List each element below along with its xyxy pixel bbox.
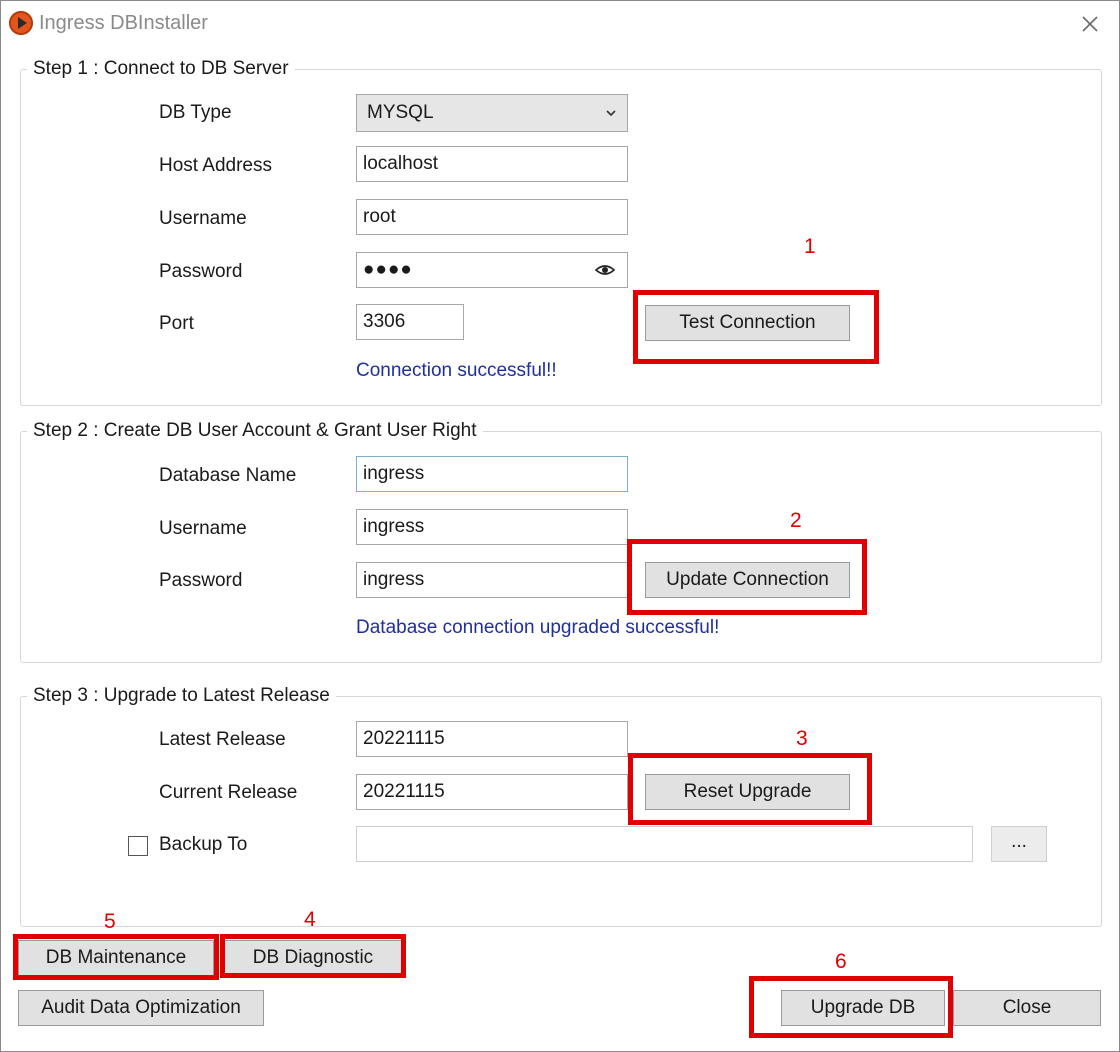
update-connection-button[interactable]: Update Connection <box>645 562 850 598</box>
latest-release-label: Latest Release <box>159 729 286 750</box>
current-release-label: Current Release <box>159 782 298 803</box>
annotation-number-6: 6 <box>835 950 847 973</box>
step2-legend: Step 2 : Create DB User Account & Grant … <box>27 419 483 443</box>
db-password-input[interactable]: ingress <box>356 562 628 598</box>
backup-path-input[interactable] <box>356 826 973 862</box>
upgrade-db-button[interactable]: Upgrade DB <box>781 990 945 1026</box>
current-release-input[interactable]: 20221115 <box>356 774 628 810</box>
annotation-number-3: 3 <box>796 727 808 750</box>
app-logo-icon <box>9 11 33 35</box>
close-icon[interactable] <box>1075 9 1105 39</box>
annotation-number-1: 1 <box>804 235 816 258</box>
port-input[interactable]: 3306 <box>356 304 464 340</box>
latest-release-input[interactable]: 20221115 <box>356 721 628 757</box>
username-label: Username <box>159 208 247 229</box>
step1-legend: Step 1 : Connect to DB Server <box>27 57 295 81</box>
db-maintenance-button[interactable]: DB Maintenance <box>18 940 214 976</box>
username-input[interactable]: root <box>356 199 628 235</box>
window-title: Ingress DBInstaller <box>39 12 208 34</box>
step3-legend: Step 3 : Upgrade to Latest Release <box>27 684 336 708</box>
password-input[interactable]: ●●●● <box>356 252 628 288</box>
reset-upgrade-button[interactable]: Reset Upgrade <box>645 774 850 810</box>
audit-data-optimization-button[interactable]: Audit Data Optimization <box>18 990 264 1026</box>
close-button[interactable]: Close <box>953 990 1101 1026</box>
backup-to-label: Backup To <box>159 834 248 855</box>
port-label: Port <box>159 313 194 334</box>
password-label: Password <box>159 261 243 282</box>
annotation-number-2: 2 <box>790 509 802 532</box>
host-address-label: Host Address <box>159 155 272 176</box>
backup-checkbox[interactable] <box>128 836 148 856</box>
chevron-down-icon <box>605 103 617 125</box>
db-diagnostic-button[interactable]: DB Diagnostic <box>224 940 402 976</box>
db-username-label: Username <box>159 518 247 539</box>
db-username-input[interactable]: ingress <box>356 509 628 545</box>
database-name-input[interactable]: ingress <box>356 456 628 492</box>
password-mask: ●●●● <box>363 259 413 280</box>
connection-status: Connection successful!! <box>356 360 557 381</box>
database-name-label: Database Name <box>159 465 297 486</box>
host-address-input[interactable]: localhost <box>356 146 628 182</box>
annotation-number-4: 4 <box>304 908 316 931</box>
db-type-value: MYSQL <box>367 102 434 123</box>
annotation-number-5: 5 <box>104 910 116 933</box>
browse-button[interactable]: ... <box>991 826 1047 862</box>
db-type-select[interactable]: MYSQL <box>356 94 628 132</box>
db-password-label: Password <box>159 570 243 591</box>
eye-icon[interactable] <box>594 260 616 280</box>
update-status: Database connection upgraded successful! <box>356 617 720 638</box>
db-type-label: DB Type <box>159 102 232 123</box>
title-bar: Ingress DBInstaller <box>1 1 1119 47</box>
installer-window: Ingress DBInstaller Step 1 : Connect to … <box>0 0 1120 1052</box>
test-connection-button[interactable]: Test Connection <box>645 305 850 341</box>
